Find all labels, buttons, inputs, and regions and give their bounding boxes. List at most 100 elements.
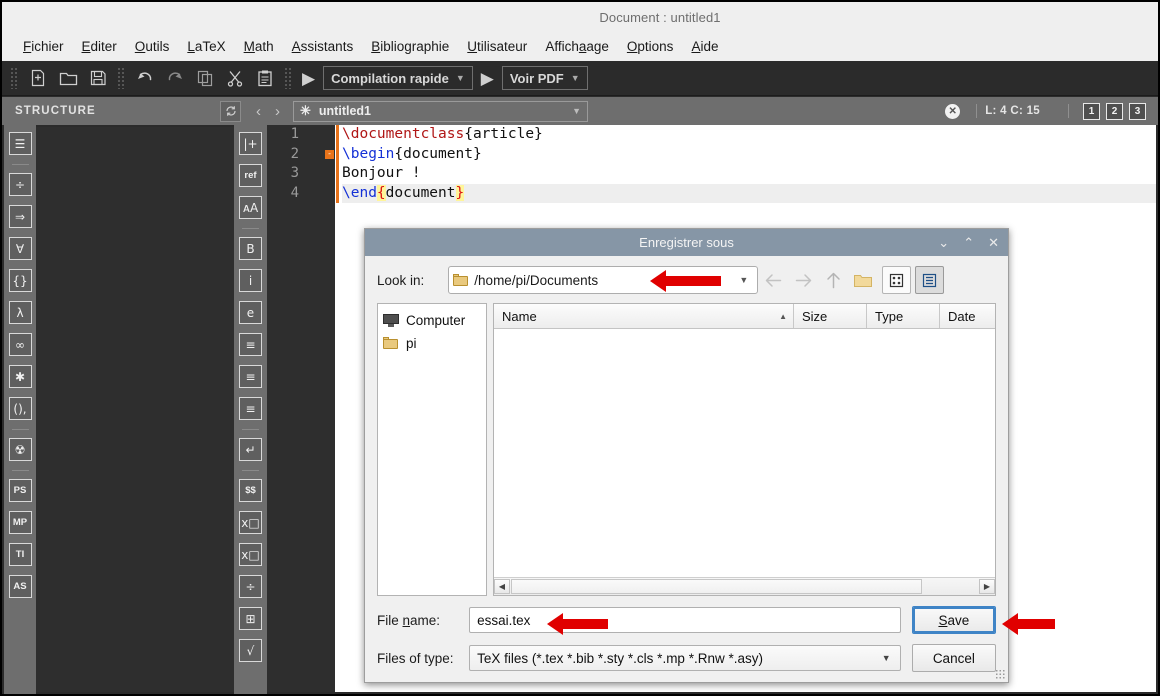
file-list-rows[interactable]: [494, 329, 995, 577]
rail-divider: [242, 429, 259, 430]
view-layout-3[interactable]: 3: [1129, 102, 1146, 120]
column-header-date[interactable]: Date: [940, 304, 995, 328]
misc-symbols-icon[interactable]: ∀: [8, 237, 32, 260]
paste-icon[interactable]: [252, 65, 278, 91]
arrow-symbols-icon[interactable]: ⇒: [8, 205, 32, 228]
places-sidebar[interactable]: Computer pi: [377, 303, 487, 596]
file-list[interactable]: Name ▲ Size Type Date ◀ ▶: [493, 303, 996, 596]
scroll-right-icon[interactable]: ▶: [979, 579, 995, 594]
align-left-icon[interactable]: ≡: [239, 333, 262, 356]
menu-utilisateur[interactable]: Utilisateur: [458, 37, 536, 56]
filename-input[interactable]: essai.tex: [469, 607, 901, 633]
place-item[interactable]: pi: [383, 332, 486, 355]
scrollbar-thumb[interactable]: [511, 579, 922, 594]
view-mode-selector[interactable]: Voir PDF ▼: [501, 66, 588, 90]
structure-view-icon[interactable]: ☰: [8, 132, 32, 155]
scroll-left-icon[interactable]: ◀: [494, 579, 510, 594]
minimize-icon[interactable]: ⌄: [938, 235, 949, 251]
document-tab-selector[interactable]: ✳ untitled1 ▼: [293, 100, 588, 122]
pstricks-icon[interactable]: ☢: [8, 438, 32, 461]
view-pdf-run-icon[interactable]: ▶: [481, 70, 494, 87]
next-document-icon[interactable]: ›: [268, 103, 287, 120]
list-view-icon[interactable]: [915, 266, 945, 294]
save-icon[interactable]: [85, 65, 111, 91]
view-layout-1[interactable]: 1: [1083, 102, 1100, 120]
cancel-button[interactable]: Cancel: [911, 644, 996, 672]
error-status-icon[interactable]: ✕: [945, 103, 961, 119]
compile-mode-selector[interactable]: Compilation rapide ▼: [323, 66, 473, 90]
menu-options[interactable]: Options: [618, 37, 683, 56]
delimiters-icon[interactable]: {}: [8, 269, 32, 292]
toolbar-grip[interactable]: [10, 67, 19, 89]
insert-ref-icon[interactable]: ref: [239, 164, 262, 187]
as-panel-icon[interactable]: AS: [8, 575, 32, 598]
align-right-icon[interactable]: ≡: [239, 397, 262, 420]
view-layout-2[interactable]: 2: [1106, 102, 1123, 120]
cumulative-operators-icon[interactable]: ✱: [8, 365, 32, 388]
code-line[interactable]: \documentclass{article}: [342, 125, 1156, 145]
ti-panel-icon[interactable]: TI: [8, 543, 32, 566]
file-browser: Computer pi Name ▲ Size Type Date ◀ ▶: [377, 303, 996, 596]
column-header-name[interactable]: Name ▲: [494, 304, 794, 328]
align-center-icon[interactable]: ≡: [239, 365, 262, 388]
close-icon[interactable]: ✕: [988, 235, 999, 251]
brackets-icon[interactable]: (),: [8, 397, 32, 420]
ps-panel-icon[interactable]: PS: [8, 479, 32, 502]
menu-fichier[interactable]: Fichier: [14, 37, 73, 56]
math-mode-icon[interactable]: $$: [239, 479, 262, 502]
mp-panel-icon[interactable]: MP: [8, 511, 32, 534]
fraction-icon[interactable]: ÷: [239, 575, 262, 598]
menu-bibliographie[interactable]: Bibliographie: [362, 37, 458, 56]
code-line[interactable]: \begin{document}: [342, 145, 1156, 165]
bold-icon[interactable]: B: [239, 237, 262, 260]
misc-special-icon[interactable]: ∞: [8, 333, 32, 356]
subscript-icon[interactable]: x□: [239, 511, 262, 534]
binomial-icon[interactable]: ⊞: [239, 607, 262, 630]
filetype-combo[interactable]: TeX files (*.tex *.bib *.sty *.cls *.mp …: [469, 645, 901, 671]
back-arrow-icon[interactable]: [758, 266, 788, 294]
greek-symbols-icon[interactable]: λ: [8, 301, 32, 324]
square-root-icon[interactable]: √: [239, 639, 262, 662]
refresh-icon[interactable]: [220, 100, 241, 122]
redo-icon[interactable]: [162, 65, 188, 91]
resize-grip[interactable]: [995, 669, 1005, 679]
insert-label-icon[interactable]: |+: [239, 132, 262, 155]
font-size-icon[interactable]: ᴀA: [239, 196, 262, 219]
fold-toggle-icon[interactable]: -: [325, 150, 334, 159]
menu-affichage[interactable]: Affichaage: [536, 37, 618, 56]
menu-math[interactable]: Math: [235, 37, 283, 56]
toolbar-grip-3[interactable]: [284, 67, 293, 89]
menu-editer[interactable]: Editer: [73, 37, 126, 56]
line-number: 2: [290, 145, 299, 162]
forward-arrow-icon[interactable]: [788, 266, 818, 294]
save-button[interactable]: Save: [911, 606, 996, 634]
relation-symbols-icon[interactable]: ÷: [8, 173, 32, 196]
menu-latex[interactable]: LaTeX: [178, 37, 234, 56]
italic-icon[interactable]: i: [239, 269, 262, 292]
emphasis-icon[interactable]: e: [239, 301, 262, 324]
new-folder-icon[interactable]: [848, 266, 878, 294]
horizontal-scrollbar[interactable]: ◀ ▶: [494, 577, 995, 595]
toolbar-grip-2[interactable]: [117, 67, 126, 89]
quick-build-run-icon[interactable]: ▶: [302, 70, 315, 87]
open-folder-icon[interactable]: [55, 65, 81, 91]
superscript-icon[interactable]: x□: [239, 543, 262, 566]
new-file-icon[interactable]: [25, 65, 51, 91]
column-header-type[interactable]: Type: [867, 304, 940, 328]
code-line[interactable]: \end{document}: [342, 183, 1156, 203]
place-item[interactable]: Computer: [383, 309, 486, 332]
detail-view-icon[interactable]: [882, 266, 912, 294]
maximize-icon[interactable]: ⌃: [963, 235, 974, 251]
parent-folder-icon[interactable]: [818, 266, 848, 294]
previous-document-icon[interactable]: ‹: [249, 103, 268, 120]
undo-icon[interactable]: [132, 65, 158, 91]
cut-icon[interactable]: [222, 65, 248, 91]
menu-outils[interactable]: Outils: [126, 37, 179, 56]
structure-tree-panel[interactable]: [36, 127, 234, 692]
menu-aide[interactable]: Aide: [682, 37, 727, 56]
column-header-size[interactable]: Size: [794, 304, 867, 328]
code-line[interactable]: Bonjour !: [342, 164, 1156, 184]
newline-icon[interactable]: ↵: [239, 438, 262, 461]
copy-icon[interactable]: [192, 65, 218, 91]
menu-assistants[interactable]: Assistants: [283, 37, 363, 56]
